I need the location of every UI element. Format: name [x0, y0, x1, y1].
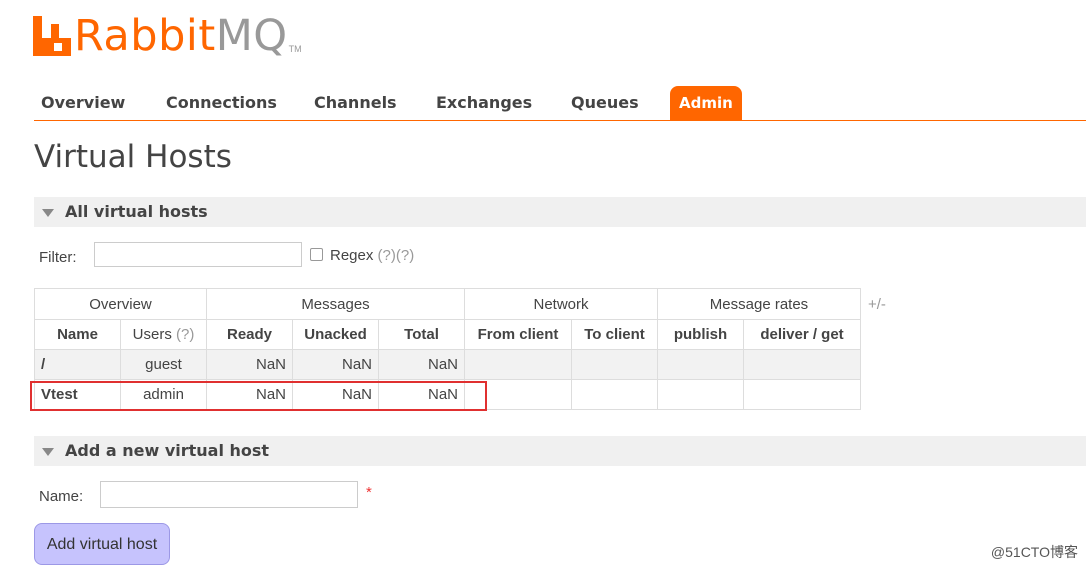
logo-trademark: TM: [288, 44, 302, 54]
page-title: Virtual Hosts: [34, 139, 232, 175]
cell-publish: [657, 379, 744, 410]
cell-from-client: [464, 379, 572, 410]
tab-exchanges[interactable]: Exchanges: [436, 86, 532, 120]
vhost-name-label: Name:: [39, 488, 84, 505]
users-help-link[interactable]: (?): [176, 326, 194, 343]
cell-users: admin: [120, 379, 207, 410]
cell-ready: NaN: [206, 349, 293, 380]
cell-to-client: [571, 349, 658, 380]
cell-deliver-get: [743, 349, 861, 380]
tab-connections[interactable]: Connections: [166, 86, 277, 120]
tab-queues[interactable]: Queues: [571, 86, 639, 120]
rabbitmq-logo-icon: [33, 16, 71, 56]
regex-label: Regex (?)(?): [330, 247, 415, 264]
column-header-unacked: Unacked: [292, 319, 379, 350]
cell-total: NaN: [378, 349, 465, 380]
column-header-deliver-get: deliver / get: [743, 319, 861, 350]
column-header-to-client: To client: [571, 319, 658, 350]
cell-total: NaN: [378, 379, 465, 410]
column-header-users: Users (?): [120, 319, 207, 350]
add-vhost-section-header[interactable]: Add a new virtual host: [34, 436, 1086, 467]
regex-checkbox[interactable]: [310, 248, 323, 261]
table-row: / guest NaN NaN NaN: [34, 349, 861, 380]
add-virtual-host-button[interactable]: Add virtual host: [34, 523, 170, 565]
cell-unacked: NaN: [292, 349, 379, 380]
required-marker: *: [366, 484, 372, 501]
group-header-network: Network: [464, 288, 658, 320]
group-header-message-rates: Message rates: [657, 288, 861, 320]
toggle-columns-link[interactable]: +/-: [868, 296, 886, 313]
cell-unacked: NaN: [292, 379, 379, 410]
main-nav-tabs: Overview Connections Channels Exchanges …: [34, 86, 1086, 121]
watermark: @51CTO博客: [990, 544, 1078, 560]
add-vhost-section-label: Add a new virtual host: [65, 441, 270, 460]
column-header-total: Total: [378, 319, 465, 350]
all-vhosts-section-label: All virtual hosts: [65, 202, 208, 221]
vhost-name-input[interactable]: [100, 481, 358, 508]
tab-channels[interactable]: Channels: [314, 86, 397, 120]
column-header-publish: publish: [657, 319, 744, 350]
vhost-name-link[interactable]: Vtest: [34, 379, 121, 410]
vhost-name-link[interactable]: /: [34, 349, 121, 380]
cell-ready: NaN: [206, 379, 293, 410]
rabbitmq-logo: RabbitMQ TM: [33, 12, 302, 60]
column-header-ready: Ready: [206, 319, 293, 350]
regex-help-link[interactable]: (?)(?): [378, 247, 415, 264]
column-header-from-client: From client: [464, 319, 572, 350]
cell-from-client: [464, 349, 572, 380]
column-header-name[interactable]: Name: [34, 319, 121, 350]
table-row: Vtest admin NaN NaN NaN: [34, 379, 861, 410]
filter-label: Filter:: [39, 249, 77, 266]
group-header-messages: Messages: [206, 288, 465, 320]
cell-users: guest: [120, 349, 207, 380]
filter-input[interactable]: [94, 242, 302, 267]
tab-overview[interactable]: Overview: [41, 86, 125, 120]
cell-publish: [657, 349, 744, 380]
tab-admin[interactable]: Admin: [670, 86, 742, 120]
logo-text: RabbitMQ: [74, 11, 288, 61]
all-vhosts-section-header[interactable]: All virtual hosts: [34, 197, 1086, 228]
cell-to-client: [571, 379, 658, 410]
collapse-triangle-icon: [42, 448, 54, 456]
vhosts-table: Overview Messages Network Message rates …: [34, 288, 861, 410]
group-header-overview: Overview: [34, 288, 207, 320]
cell-deliver-get: [743, 379, 861, 410]
collapse-triangle-icon: [42, 209, 54, 217]
